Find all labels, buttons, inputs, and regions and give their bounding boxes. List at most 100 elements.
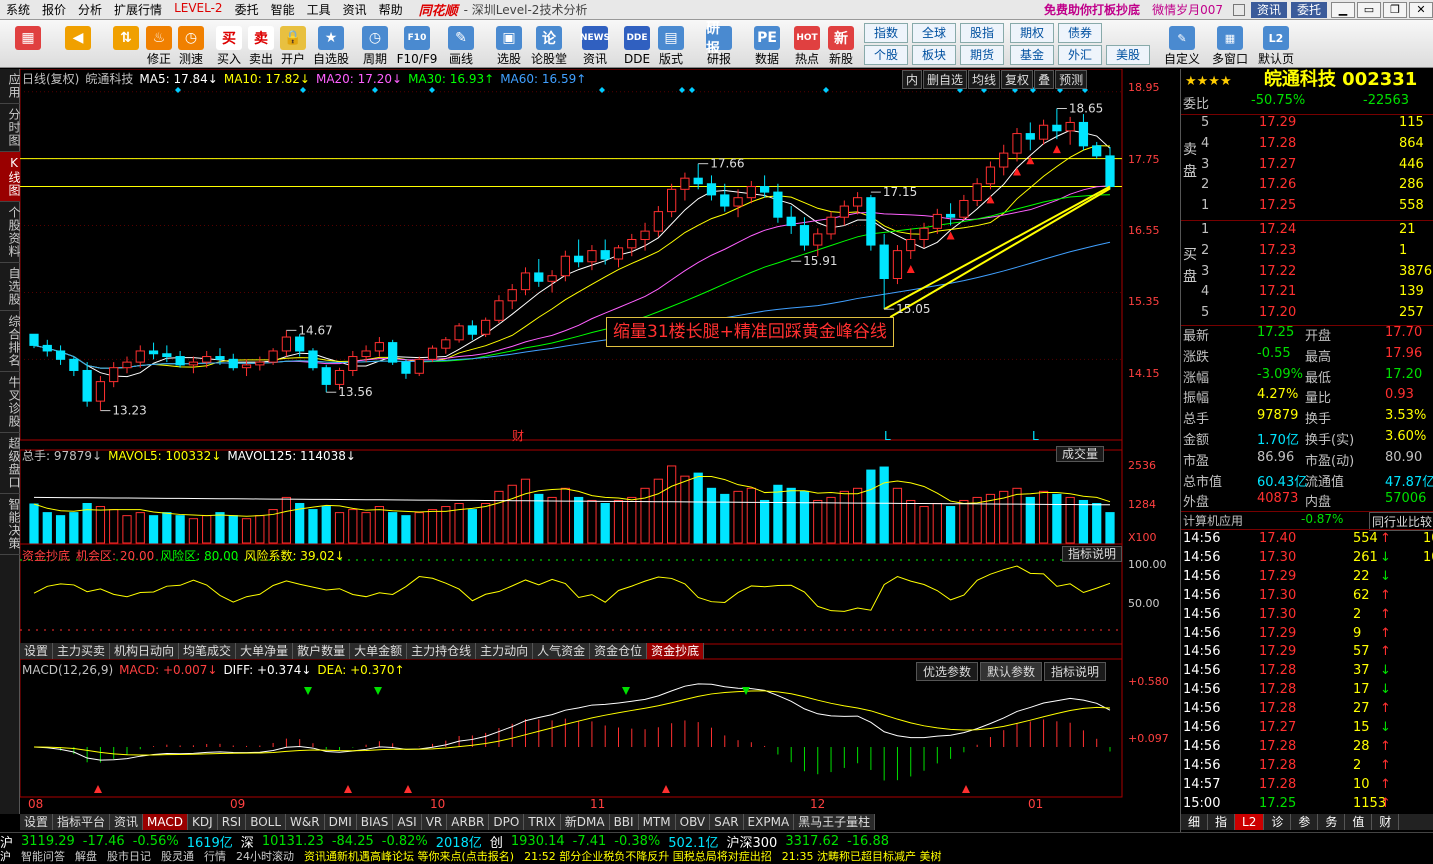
quote-tab[interactable]: 财 (1372, 814, 1400, 830)
indicator-tab[interactable]: DMI (325, 814, 357, 830)
restore-icon[interactable]: ▭ (1357, 1, 1381, 18)
indicator-tab[interactable]: MACD (143, 814, 189, 830)
minimize-icon[interactable]: ▁ (1331, 1, 1355, 18)
toolbar-button[interactable]: 论论股堂 (530, 22, 568, 66)
toolbar-button[interactable]: ◷ 测速 (172, 22, 210, 66)
indicator-help-button[interactable]: 指标说明 (1062, 546, 1123, 562)
left-nav-item[interactable]: 分时图 (0, 104, 21, 152)
toolbar-button[interactable]: ▤ 版式 (652, 22, 690, 66)
indicator-tab[interactable]: OBV (676, 814, 711, 830)
market-grid-button[interactable]: 指数 (864, 23, 908, 43)
fund-indicator-tab[interactable]: 均笔成交 (179, 643, 237, 659)
menu-item[interactable]: 分析 (72, 1, 108, 18)
toolbar-right-button[interactable]: ✎ 自定义 (1160, 22, 1204, 66)
toolbar-right-button[interactable]: ▦ 多窗口 (1208, 22, 1252, 66)
fund-indicator-tab[interactable]: 主力买卖 (53, 643, 111, 659)
toolbar-button[interactable]: F10 F10/F9 (397, 22, 437, 66)
fund-indicator-tab[interactable]: 散户数量 (293, 643, 351, 659)
fund-indicator-tab[interactable]: 大单金额 (350, 643, 408, 659)
trade-button[interactable]: 委托 (1290, 1, 1327, 18)
toolbar-button[interactable]: ▦ (6, 22, 50, 66)
indicator-tab[interactable]: ARBR (447, 814, 490, 830)
kline-top-button[interactable]: 预测 (1055, 70, 1088, 89)
toolbar-button[interactable]: ✎ 画线 (442, 22, 480, 66)
market-grid-button[interactable]: 股指 (960, 23, 1004, 43)
menu-item[interactable]: 委托 (229, 1, 265, 18)
menu-item[interactable]: 扩展行情 (108, 1, 168, 18)
kline-top-button[interactable]: 均线 (968, 70, 1001, 89)
left-nav-item[interactable]: 个股资料 (0, 202, 21, 263)
macd-button[interactable]: 优选参数 (916, 662, 979, 681)
quote-tab[interactable]: 参 (1291, 814, 1319, 830)
indicator-tab[interactable]: BOLL (246, 814, 287, 830)
market-grid-button[interactable]: 个股 (864, 45, 908, 65)
menu-item[interactable]: 资讯 (337, 1, 373, 18)
username[interactable]: 微情岁月007 (1146, 1, 1229, 18)
toolbar-right-button[interactable]: L2 默认页 (1254, 22, 1298, 66)
quote-tab[interactable]: 细 (1181, 814, 1209, 830)
left-nav-item[interactable]: 牛叉诊股 (0, 372, 21, 433)
fund-indicator-tab[interactable]: 主力持仓线 (407, 643, 477, 659)
menu-item[interactable]: 工具 (301, 1, 337, 18)
macd-button[interactable]: 默认参数 (980, 662, 1043, 681)
indicator-tab[interactable]: MTM (639, 814, 676, 830)
quote-tab[interactable]: 务 (1318, 814, 1346, 830)
indicator-tab[interactable]: 新DMA (561, 814, 610, 830)
market-grid-button[interactable]: 外汇 (1058, 45, 1102, 65)
indicator-tab[interactable]: KDJ (188, 814, 218, 830)
indicator-tab[interactable]: EXPMA (744, 814, 795, 830)
indicator-tab[interactable]: RSI (218, 814, 247, 830)
indicator-tab[interactable]: TRIX (524, 814, 561, 830)
toolbar-button[interactable]: ★ 自选股 (312, 22, 350, 66)
news-button[interactable]: 资讯 (1250, 1, 1287, 18)
indicator-tab[interactable]: BIAS (357, 814, 394, 830)
toolbar-button[interactable]: 新新股 (822, 22, 860, 66)
indicator-tab[interactable]: 设置 (20, 814, 54, 830)
fund-indicator-tab[interactable]: 资金抄底 (647, 643, 705, 659)
maximize-icon[interactable]: ❐ (1383, 1, 1407, 18)
close-icon[interactable]: ✕ (1409, 1, 1433, 18)
toolbar-button[interactable]: NEWS 资讯 (576, 22, 614, 66)
market-grid-button[interactable]: 基金 (1010, 45, 1054, 65)
toolbar-button[interactable]: ◷ 周期 (356, 22, 394, 66)
kline-top-button[interactable]: 删自选 (923, 70, 968, 89)
quote-tab[interactable]: 指 (1208, 814, 1236, 830)
toolbar-button[interactable]: ▣ 选股 (490, 22, 528, 66)
market-grid-button[interactable]: 全球 (912, 23, 956, 43)
volume-indicator-button[interactable]: 成交量 (1056, 446, 1105, 462)
fund-indicator-tab[interactable]: 人气资金 (533, 643, 591, 659)
menu-item[interactable]: 系统 (0, 1, 36, 18)
indicator-tab[interactable]: 黑马王子量柱 (794, 814, 876, 830)
fund-indicator-tab[interactable]: 资金仓位 (590, 643, 648, 659)
menu-item[interactable]: 报价 (36, 1, 72, 18)
quote-tab[interactable]: L2 (1235, 814, 1265, 830)
left-nav-item[interactable]: 综合排名 (0, 311, 21, 372)
indicator-tab[interactable]: SAR (710, 814, 744, 830)
quote-tab[interactable]: 值 (1345, 814, 1373, 830)
indicator-tab[interactable]: 指标平台 (53, 814, 111, 830)
market-grid-button[interactable]: 期权 (1010, 23, 1054, 43)
indicator-tab[interactable]: DPO (489, 814, 525, 830)
left-nav-item[interactable]: 智能决策 (0, 494, 21, 555)
left-nav-item[interactable]: 超级盘口 (0, 433, 21, 494)
kline-top-button[interactable]: 叠 (1034, 70, 1055, 89)
market-grid-button[interactable]: 板块 (912, 45, 956, 65)
market-grid-button[interactable]: 期货 (960, 45, 1004, 65)
market-grid-button[interactable]: 债券 (1058, 23, 1102, 43)
toolbar-button[interactable]: HOT 热点 (788, 22, 826, 66)
fund-indicator-tab[interactable]: 主力动向 (476, 643, 534, 659)
fund-indicator-tab[interactable]: 设置 (20, 643, 54, 659)
menu-item[interactable]: 智能 (265, 1, 301, 18)
toolbar-button[interactable]: DDE DDE (618, 22, 656, 66)
fund-indicator-tab[interactable]: 机构日动向 (110, 643, 180, 659)
left-nav-item[interactable]: 自选股 (0, 263, 21, 311)
fund-indicator-tab[interactable]: 大单净量 (236, 643, 294, 659)
menu-item[interactable]: 帮助 (373, 1, 409, 18)
left-nav-item[interactable]: 应用 (0, 69, 21, 104)
toolbar-button[interactable]: PE 数据 (748, 22, 786, 66)
promo-link[interactable]: 免费助你打板抄底 (1038, 1, 1146, 18)
kline-top-button[interactable]: 内 (902, 70, 923, 89)
indicator-tab[interactable]: ASI (393, 814, 422, 830)
indicator-tab[interactable]: BBI (610, 814, 639, 830)
market-grid-button[interactable]: 美股 (1106, 45, 1150, 65)
